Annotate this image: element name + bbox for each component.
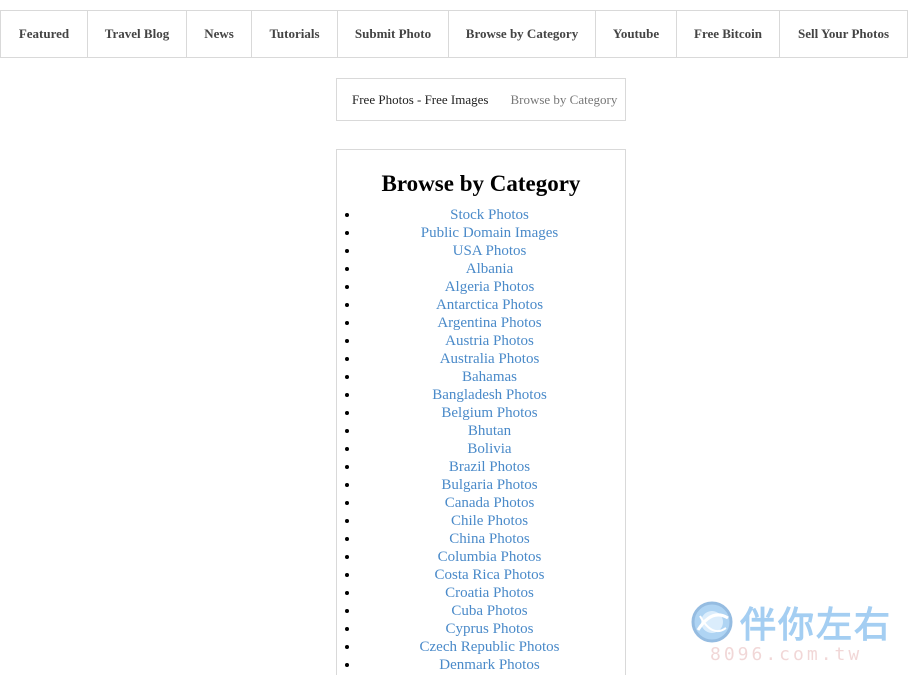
nav-youtube[interactable]: Youtube — [595, 11, 676, 57]
category-list-item: USA Photos — [360, 242, 625, 260]
category-list-item: Australia Photos — [360, 350, 625, 368]
category-list-item: Canada Photos — [360, 494, 625, 512]
category-link[interactable]: Algeria Photos — [445, 279, 535, 295]
watermark-text: 伴你左右 — [740, 605, 893, 646]
nav-news[interactable]: News — [186, 11, 251, 57]
breadcrumb-current: Browse by Category — [510, 91, 618, 107]
category-list-item: Bulgaria Photos — [360, 476, 625, 494]
category-list-item: Costa Rica Photos — [360, 566, 625, 584]
page: Featured Travel Blog News Tutorials Subm… — [0, 0, 908, 675]
category-link[interactable]: USA Photos — [453, 243, 527, 259]
breadcrumb: Free Photos - Free Images Browse by Cate… — [336, 78, 626, 121]
category-list-item: Stock Photos — [360, 206, 625, 224]
category-link[interactable]: Chile Photos — [451, 513, 528, 529]
category-link[interactable]: Columbia Photos — [438, 549, 542, 565]
category-list-item: Austria Photos — [360, 332, 625, 350]
category-list-item: Brazil Photos — [360, 458, 625, 476]
category-panel: Browse by Category Stock Photos Public Do… — [336, 149, 626, 675]
category-list-item: Chile Photos — [360, 512, 625, 530]
category-link[interactable]: China Photos — [449, 531, 529, 547]
category-list-item: Denmark Photos — [360, 656, 625, 674]
category-link[interactable]: Czech Republic Photos — [420, 639, 560, 655]
category-list-item: Belgium Photos — [360, 404, 625, 422]
nav-featured[interactable]: Featured — [0, 11, 87, 57]
category-list-item: Bolivia — [360, 440, 625, 458]
category-list-item: Czech Republic Photos — [360, 638, 625, 656]
nav-browse-by-category[interactable]: Browse by Category — [448, 11, 595, 57]
category-link[interactable]: Denmark Photos — [439, 657, 539, 673]
category-list-item: Cuba Photos — [360, 602, 625, 620]
nav-free-bitcoin[interactable]: Free Bitcoin — [676, 11, 779, 57]
category-title: Browse by Category — [381, 171, 581, 196]
category-link[interactable]: Albania — [466, 261, 513, 277]
top-navigation: Featured Travel Blog News Tutorials Subm… — [0, 10, 908, 58]
category-list-item: Croatia Photos — [360, 584, 625, 602]
category-list-item: Argentina Photos — [360, 314, 625, 332]
category-link[interactable]: Australia Photos — [440, 351, 540, 367]
category-link[interactable]: Bhutan — [468, 423, 511, 439]
category-link[interactable]: Cyprus Photos — [446, 621, 534, 637]
watermark: 伴你左右 8096.com.tw — [688, 598, 908, 670]
category-link[interactable]: Belgium Photos — [441, 405, 537, 421]
category-list: Stock Photos Public Domain Images USA Phot… — [337, 206, 625, 674]
globe-logo-icon — [691, 601, 733, 643]
category-link[interactable]: Antarctica Photos — [436, 297, 543, 313]
category-link[interactable]: Costa Rica Photos — [434, 567, 544, 583]
category-link[interactable]: Cuba Photos — [451, 603, 527, 619]
breadcrumb-home-link[interactable]: Free Photos - Free Images — [352, 92, 488, 108]
nav-tutorials[interactable]: Tutorials — [251, 11, 337, 57]
category-list-item: Public Domain Images — [360, 224, 625, 242]
nav-submit-photo[interactable]: Submit Photo — [337, 11, 448, 57]
category-link[interactable]: Croatia Photos — [445, 585, 534, 601]
category-list-item: Albania — [360, 260, 625, 278]
category-link[interactable]: Public Domain Images — [421, 225, 558, 241]
category-list-item: Bahamas — [360, 368, 625, 386]
nav-sell-your-photos[interactable]: Sell Your Photos — [779, 11, 908, 57]
category-link[interactable]: Bahamas — [462, 369, 517, 385]
category-list-item: Cyprus Photos — [360, 620, 625, 638]
category-link[interactable]: Brazil Photos — [449, 459, 530, 475]
category-link[interactable]: Bolivia — [467, 441, 511, 457]
category-list-item: Bhutan — [360, 422, 625, 440]
category-list-item: Bangladesh Photos — [360, 386, 625, 404]
category-list-item: Antarctica Photos — [360, 296, 625, 314]
nav-travel-blog[interactable]: Travel Blog — [87, 11, 186, 57]
category-link[interactable]: Stock Photos — [450, 207, 529, 223]
category-list-item: China Photos — [360, 530, 625, 548]
category-link[interactable]: Bangladesh Photos — [432, 387, 547, 403]
category-link[interactable]: Argentina Photos — [437, 315, 541, 331]
watermark-url: 8096.com.tw — [710, 644, 863, 665]
category-link[interactable]: Austria Photos — [445, 333, 534, 349]
category-list-item: Algeria Photos — [360, 278, 625, 296]
category-link[interactable]: Canada Photos — [445, 495, 535, 511]
category-link[interactable]: Bulgaria Photos — [441, 477, 537, 493]
category-list-item: Columbia Photos — [360, 548, 625, 566]
